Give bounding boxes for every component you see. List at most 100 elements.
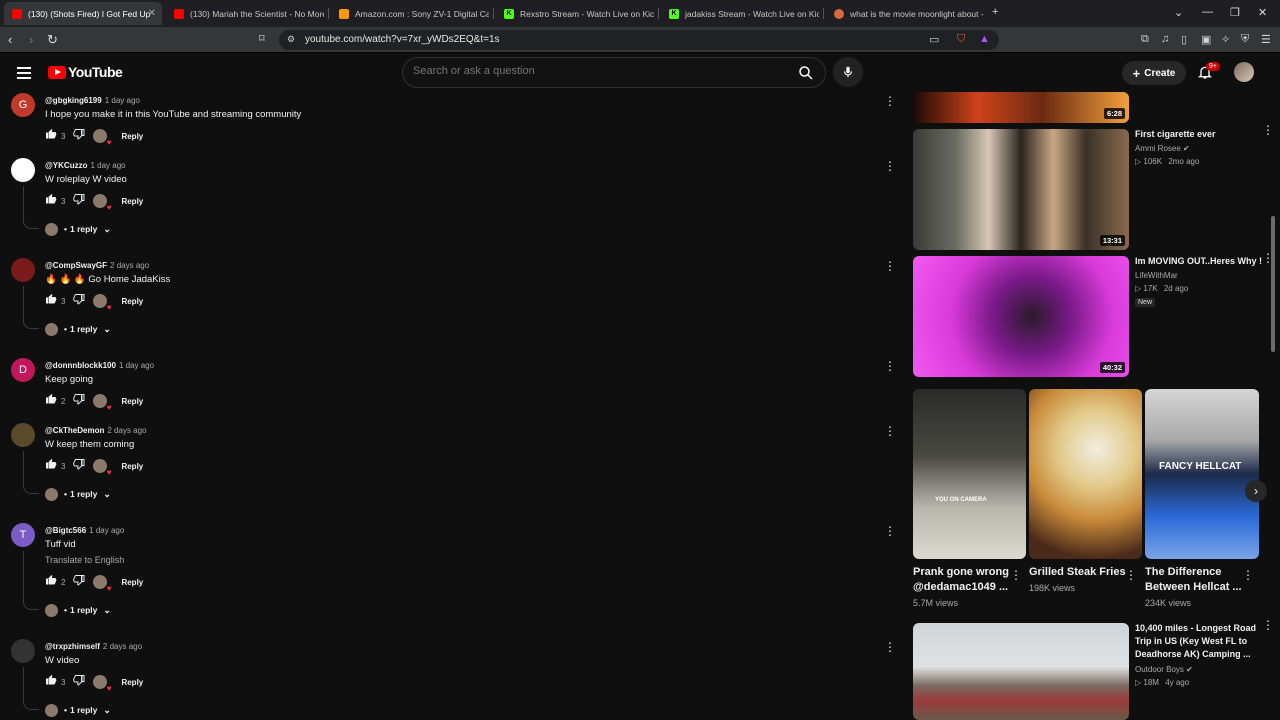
hamburger-menu-icon[interactable] bbox=[17, 67, 31, 82]
replies-toggle[interactable]: • 1 reply ⌄ bbox=[45, 322, 111, 336]
rewards-icon[interactable]: ▲ bbox=[979, 33, 990, 45]
more-options-icon[interactable]: ⋮ bbox=[884, 95, 896, 107]
back-icon[interactable]: ‹ bbox=[8, 32, 12, 47]
like-icon[interactable] bbox=[45, 457, 57, 475]
comment-time[interactable]: 1 day ago bbox=[105, 96, 140, 105]
cast-icon[interactable]: ▭ bbox=[929, 33, 939, 46]
dislike-icon[interactable] bbox=[73, 192, 85, 210]
browser-tab[interactable]: Amazon.com : Sony ZV-1 Digital Cam bbox=[331, 2, 489, 25]
reply-button[interactable]: Reply bbox=[121, 678, 143, 687]
search-box[interactable] bbox=[402, 57, 826, 88]
mic-icon[interactable] bbox=[833, 57, 863, 87]
new-tab-button[interactable]: + bbox=[992, 6, 998, 18]
more-options-icon[interactable]: ⋮ bbox=[1125, 569, 1137, 581]
youtube-logo[interactable]: YouTube bbox=[48, 64, 123, 80]
avatar[interactable] bbox=[11, 639, 35, 663]
short-thumbnail[interactable]: YOU ON CAMERA bbox=[913, 389, 1026, 559]
reply-button[interactable]: Reply bbox=[121, 197, 143, 206]
reply-button[interactable]: Reply bbox=[121, 578, 143, 587]
comment-author[interactable]: @trxpzhimself bbox=[45, 642, 100, 651]
dislike-icon[interactable] bbox=[73, 457, 85, 475]
comment-time[interactable]: 2 days ago bbox=[110, 261, 149, 270]
avatar[interactable]: D bbox=[11, 358, 35, 382]
comment-time[interactable]: 2 days ago bbox=[107, 426, 146, 435]
browser-tab[interactable]: (130) Mariah the Scientist - No More bbox=[166, 2, 324, 25]
comment-author[interactable]: @Bigtc566 bbox=[45, 526, 86, 535]
more-options-icon[interactable]: ⋮ bbox=[1010, 569, 1022, 581]
avatar[interactable] bbox=[11, 258, 35, 282]
avatar[interactable]: T bbox=[11, 523, 35, 547]
search-icon[interactable] bbox=[797, 64, 815, 82]
more-options-icon[interactable]: ⋮ bbox=[884, 641, 896, 653]
site-info-icon[interactable]: ⚙ bbox=[287, 34, 295, 45]
browser-tab[interactable]: K jadakiss Stream - Watch Live on Kick bbox=[661, 2, 819, 25]
url-field[interactable]: ⚙ youtube.com/watch?v=7xr_yWDs2EQ&t=1s ▭… bbox=[279, 30, 999, 50]
video-thumbnail[interactable]: 13:31 bbox=[913, 129, 1129, 250]
more-options-icon[interactable]: ⋮ bbox=[884, 260, 896, 272]
comment-author[interactable]: @donnnblockk100 bbox=[45, 361, 116, 370]
reply-button[interactable]: Reply bbox=[121, 297, 143, 306]
comment-time[interactable]: 1 day ago bbox=[119, 361, 154, 370]
forward-icon[interactable]: › bbox=[29, 32, 33, 47]
browser-tab[interactable]: K Rexstro Stream - Watch Live on Kick bbox=[496, 2, 654, 25]
video-thumbnail[interactable]: 40:32 bbox=[913, 256, 1129, 377]
like-icon[interactable] bbox=[45, 392, 57, 410]
avatar[interactable] bbox=[11, 423, 35, 447]
avatar[interactable] bbox=[11, 158, 35, 182]
more-options-icon[interactable]: ⋮ bbox=[884, 425, 896, 437]
dislike-icon[interactable] bbox=[73, 573, 85, 591]
replies-toggle[interactable]: • 1 reply ⌄ bbox=[45, 703, 111, 717]
more-options-icon[interactable]: ⋮ bbox=[1262, 619, 1274, 631]
reply-button[interactable]: Reply bbox=[121, 462, 143, 471]
short-title[interactable]: Prank gone wrong @dedamac1049 ... bbox=[913, 565, 1009, 595]
menu-icon[interactable]: ☰ bbox=[1261, 33, 1271, 46]
minimize-button[interactable]: — bbox=[1202, 6, 1213, 18]
video-title[interactable]: Im MOVING OUT..Heres Why ! bbox=[1135, 255, 1262, 268]
chevron-down-icon[interactable]: ⌄ bbox=[1174, 6, 1183, 19]
page-scrollbar[interactable] bbox=[1271, 216, 1275, 352]
comment-author[interactable]: @gbgking6199 bbox=[45, 96, 102, 105]
replies-toggle[interactable]: • 1 reply ⌄ bbox=[45, 487, 111, 501]
close-window-button[interactable]: ✕ bbox=[1258, 6, 1267, 19]
close-icon[interactable]: ✕ bbox=[148, 8, 156, 19]
more-options-icon[interactable]: ⋮ bbox=[884, 160, 896, 172]
comment-time[interactable]: 2 days ago bbox=[103, 642, 142, 651]
video-thumbnail[interactable]: 6:28 bbox=[913, 92, 1129, 123]
reply-button[interactable]: Reply bbox=[121, 132, 143, 141]
channel-name[interactable]: Ammi Rosee ✔ bbox=[1135, 144, 1190, 153]
like-icon[interactable] bbox=[45, 192, 57, 210]
short-title[interactable]: Grilled Steak Fries bbox=[1029, 565, 1126, 580]
video-title[interactable]: First cigarette ever bbox=[1135, 128, 1216, 141]
reload-icon[interactable]: ↻ bbox=[47, 32, 58, 48]
like-icon[interactable] bbox=[45, 127, 57, 145]
bookmark-icon[interactable]: ⌑ bbox=[259, 32, 265, 45]
avatar[interactable] bbox=[1234, 62, 1254, 82]
maximize-button[interactable]: ❐ bbox=[1230, 6, 1240, 19]
comment-author[interactable]: @CompSwayGF bbox=[45, 261, 107, 270]
brave-shield-icon[interactable]: ⛉ bbox=[957, 33, 965, 46]
wallet-icon[interactable]: ▣ bbox=[1201, 33, 1211, 46]
leo-icon[interactable]: ✧ bbox=[1221, 33, 1230, 46]
short-thumbnail[interactable]: FANCY HELLCAT bbox=[1145, 389, 1259, 559]
channel-name[interactable]: Outdoor Boys ✔ bbox=[1135, 665, 1193, 674]
channel-name[interactable]: LifeWithMar bbox=[1135, 271, 1178, 280]
dislike-icon[interactable] bbox=[73, 392, 85, 410]
extensions-icon[interactable]: ⧉ bbox=[1141, 33, 1149, 46]
dislike-icon[interactable] bbox=[73, 127, 85, 145]
music-icon[interactable]: ♫ bbox=[1161, 33, 1169, 45]
comment-time[interactable]: 1 day ago bbox=[90, 161, 125, 170]
more-options-icon[interactable]: ⋮ bbox=[884, 525, 896, 537]
translate-link[interactable]: Translate to English bbox=[45, 555, 124, 565]
search-input[interactable] bbox=[413, 65, 773, 77]
vpn-icon[interactable]: ⛨ bbox=[1241, 33, 1249, 46]
like-icon[interactable] bbox=[45, 292, 57, 310]
short-title[interactable]: The Difference Between Hellcat ... bbox=[1145, 565, 1242, 595]
like-icon[interactable] bbox=[45, 573, 57, 591]
chevron-right-icon[interactable]: › bbox=[1245, 480, 1267, 502]
short-thumbnail[interactable] bbox=[1029, 389, 1142, 559]
video-title[interactable]: 10,400 miles - Longest Road Trip in US (… bbox=[1135, 622, 1256, 661]
avatar[interactable]: G bbox=[11, 93, 35, 117]
comment-author[interactable]: @CkTheDemon bbox=[45, 426, 104, 435]
more-options-icon[interactable]: ⋮ bbox=[1262, 252, 1274, 264]
browser-tab[interactable]: what is the movie moonlight about - bbox=[826, 2, 984, 25]
